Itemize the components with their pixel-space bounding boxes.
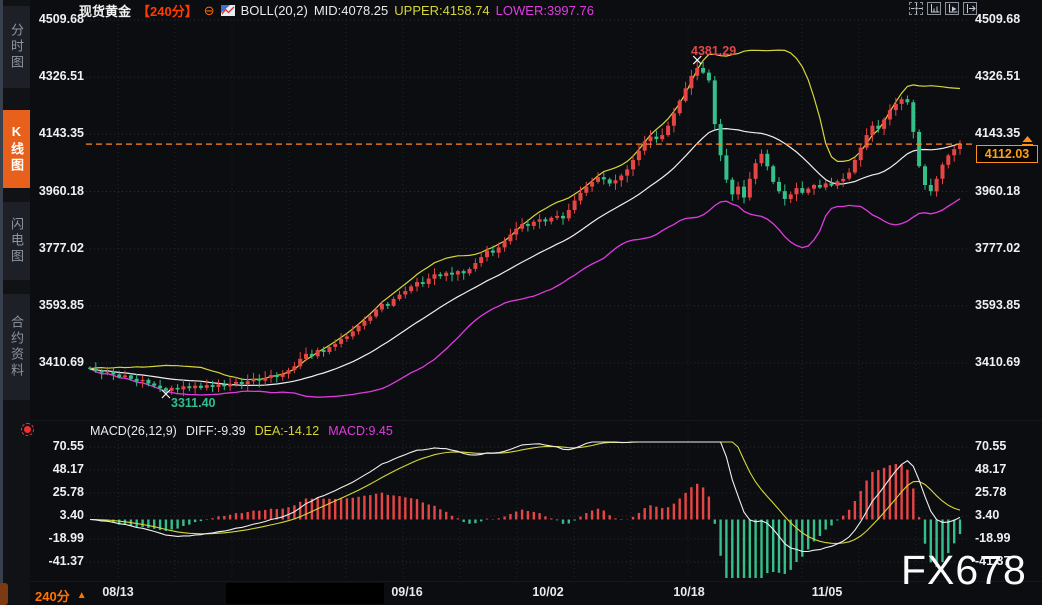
- macd-axis-label: -18.99: [32, 531, 84, 545]
- crosshair-icon[interactable]: [909, 2, 923, 15]
- macd-header: MACD(26,12,9) DIFF:-9.39 DEA:-14.12 MACD…: [90, 424, 393, 438]
- boll-mid-value: MID:4078.25: [314, 3, 388, 18]
- macd-axis-label: 3.40: [975, 508, 999, 522]
- panel-divider: [30, 420, 1042, 421]
- price-axis-label: 3410.69: [975, 355, 1020, 369]
- sidebar-item-label: 合约资料: [7, 315, 26, 379]
- price-axis-label: 4143.35: [975, 126, 1020, 140]
- time-axis-label: 11/05: [803, 585, 851, 599]
- price-axis-label: 3960.18: [975, 184, 1020, 198]
- macd-axis-label: 48.17: [32, 462, 84, 476]
- price-axis-label: 4143.35: [32, 126, 84, 140]
- sidebar-item-label: 闪电图: [7, 217, 26, 265]
- timeline-scrollbar[interactable]: [226, 583, 384, 604]
- boll-lower-value: LOWER:3997.76: [496, 3, 594, 18]
- sidebar-item-flash-chart[interactable]: 闪电图: [3, 202, 30, 280]
- sidebar-item-label: K线图: [7, 124, 26, 174]
- axis-scale-icon[interactable]: [927, 2, 941, 15]
- sidebar-item-kline-chart[interactable]: K线图: [3, 110, 30, 188]
- macd-axis-label: 25.78: [975, 485, 1006, 499]
- macd-macd-value: MACD:9.45: [328, 424, 393, 438]
- price-axis-label: 4326.51: [975, 69, 1020, 83]
- price-alert-icon[interactable]: [1021, 134, 1034, 152]
- sidebar-item-contract-info[interactable]: 合约资料: [3, 294, 30, 400]
- macd-axis-label: 70.55: [975, 439, 1006, 453]
- macd-axis-label: -41.37: [32, 554, 84, 568]
- macd-axis-label: 70.55: [32, 439, 84, 453]
- chart-canvas[interactable]: [0, 0, 1042, 605]
- macd-diff-value: DIFF:-9.39: [186, 424, 246, 438]
- sidebar-item-time-chart[interactable]: 分时图: [3, 6, 30, 88]
- footer-period-label: 240分: [35, 586, 70, 605]
- price-axis-label: 3777.02: [975, 241, 1020, 255]
- collapse-icon[interactable]: ⊖: [204, 4, 215, 17]
- sidebar-item-label: 分时图: [7, 23, 26, 71]
- time-axis-label: 10/02: [524, 585, 572, 599]
- price-axis-label: 3593.85: [975, 298, 1020, 312]
- time-axis-label: 08/13: [94, 585, 142, 599]
- macd-dea-value: DEA:-14.12: [255, 424, 320, 438]
- high-price-annotation: 4381.29: [691, 44, 736, 58]
- boll-upper-value: UPPER:4158.74: [394, 3, 489, 18]
- axis-pointer-icon[interactable]: [945, 2, 959, 15]
- app-logo-partial: [0, 583, 8, 605]
- boll-label: BOLL(20,2): [241, 3, 308, 18]
- footer-period-button[interactable]: 240分 ▲: [35, 586, 87, 605]
- price-axis-label: 3410.69: [32, 355, 84, 369]
- trading-terminal: 分时图 K线图闪电图合约资料 现货黄金 【240分】 ⊖ BOLL(20,2) M…: [0, 0, 1042, 605]
- time-axis-label: 09/16: [383, 585, 431, 599]
- watermark: FX678: [901, 547, 1027, 594]
- chart-thumbnail-icon[interactable]: [221, 5, 235, 16]
- chart-header: 现货黄金 【240分】 ⊖ BOLL(20,2) MID:4078.25 UPP…: [79, 1, 594, 20]
- dropdown-arrow-icon: ▲: [77, 590, 87, 601]
- price-axis-label: 4509.68: [32, 12, 84, 26]
- period-label[interactable]: 【240分】: [137, 1, 198, 20]
- price-axis-label: 4509.68: [975, 12, 1020, 26]
- macd-axis-label: 25.78: [32, 485, 84, 499]
- macd-axis-label: 3.40: [32, 508, 84, 522]
- price-axis-label: 3777.02: [32, 241, 84, 255]
- low-price-annotation: 3311.40: [171, 396, 216, 410]
- price-axis-label: 3593.85: [32, 298, 84, 312]
- live-indicator-icon: [24, 426, 31, 433]
- sidebar: 分时图 K线图闪电图合约资料: [3, 0, 30, 605]
- macd-title: MACD(26,12,9): [90, 424, 177, 438]
- price-axis-label: 3960.18: [32, 184, 84, 198]
- macd-axis-label: 48.17: [975, 462, 1006, 476]
- toolbar: [909, 2, 977, 15]
- macd-axis-label: -18.99: [975, 531, 1010, 545]
- symbol-name: 现货黄金: [79, 1, 131, 20]
- time-axis-label: 10/18: [665, 585, 713, 599]
- price-axis-label: 4326.51: [32, 69, 84, 83]
- axis-divider: [30, 581, 1042, 582]
